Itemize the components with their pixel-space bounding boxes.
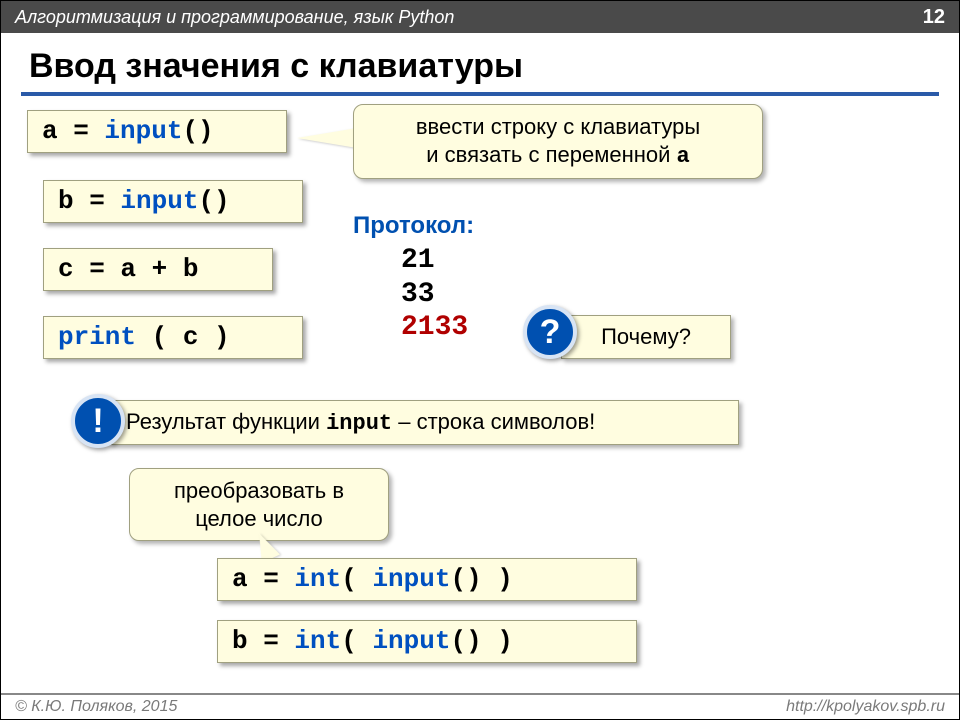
protocol-values: 21 33 2133: [401, 244, 468, 345]
callout-line: преобразовать в: [146, 477, 372, 505]
code-keyword: input: [372, 564, 450, 594]
slide-content: a = input() ввести строку с клавиатуры и…: [1, 110, 959, 720]
slide-title: Ввод значения с клавиатуры: [1, 33, 959, 92]
protocol-value: 33: [401, 278, 468, 312]
code-text: () ): [450, 564, 512, 594]
callout-text: и связать с переменной: [426, 142, 676, 167]
exclaim-mark-icon: !: [92, 402, 103, 441]
topbar: Алгоритмизация и программирование, язык …: [1, 1, 959, 33]
page-number: 12: [923, 6, 945, 29]
code-text: b: [58, 186, 74, 216]
code-text: () ): [450, 626, 512, 656]
code-b-input: b = input(): [43, 180, 303, 223]
code-text: =: [248, 564, 295, 594]
code-text: (: [341, 626, 372, 656]
question-box: Почему?: [561, 315, 731, 359]
protocol-label: Протокол:: [353, 212, 474, 240]
exclaim-text: Результат функции: [126, 409, 326, 434]
code-text: =: [74, 254, 121, 284]
code-print: print ( c ): [43, 316, 303, 359]
code-text: c: [58, 254, 74, 284]
code-text: b: [232, 626, 248, 656]
question-mark-icon: ?: [540, 313, 561, 352]
code-keyword: input: [372, 626, 450, 656]
exclaim-text: – строка символов!: [392, 409, 595, 434]
title-underline: [21, 92, 939, 96]
exclaim-box: Результат функции input – строка символо…: [109, 400, 739, 445]
callout-var: a: [677, 144, 690, 169]
callout-convert: преобразовать в целое число: [129, 468, 389, 541]
code-keyword: input: [104, 116, 182, 146]
code-text: (: [341, 564, 372, 594]
code-text: (): [198, 186, 229, 216]
question-text: Почему?: [601, 324, 691, 349]
code-c-sum: c = a + b: [43, 248, 273, 291]
footer: © К.Ю. Поляков, 2015 http://kpolyakov.sp…: [1, 693, 959, 719]
exclaim-fn: input: [326, 411, 392, 436]
callout-line: целое число: [146, 505, 372, 533]
code-keyword: input: [120, 186, 198, 216]
code-a-input: a = input(): [27, 110, 287, 153]
callout-line: и связать с переменной a: [370, 141, 746, 171]
code-text: a: [42, 116, 58, 146]
code-text: =: [58, 116, 105, 146]
footer-url: http://kpolyakov.spb.ru: [786, 698, 945, 716]
code-text: ( c ): [136, 322, 230, 352]
code-text: (): [182, 116, 213, 146]
protocol-result: 2133: [401, 311, 468, 345]
code-b-int-input: b = int( input() ): [217, 620, 637, 663]
code-text: =: [248, 626, 295, 656]
code-keyword: print: [58, 322, 136, 352]
topbar-title: Алгоритмизация и программирование, язык …: [15, 7, 454, 28]
code-keyword: int: [294, 564, 341, 594]
question-badge: ?: [523, 305, 577, 359]
footer-copyright: © К.Ю. Поляков, 2015: [15, 698, 177, 716]
code-keyword: int: [294, 626, 341, 656]
callout-line: ввести строку с клавиатуры: [370, 113, 746, 141]
code-text: a: [232, 564, 248, 594]
protocol-value: 21: [401, 244, 468, 278]
code-text: =: [74, 186, 121, 216]
exclaim-badge: !: [71, 394, 125, 448]
callout-input-desc: ввести строку с клавиатуры и связать с п…: [353, 104, 763, 179]
callout-pointer: [297, 128, 357, 148]
code-a-int-input: a = int( input() ): [217, 558, 637, 601]
code-text: a + b: [120, 254, 198, 284]
